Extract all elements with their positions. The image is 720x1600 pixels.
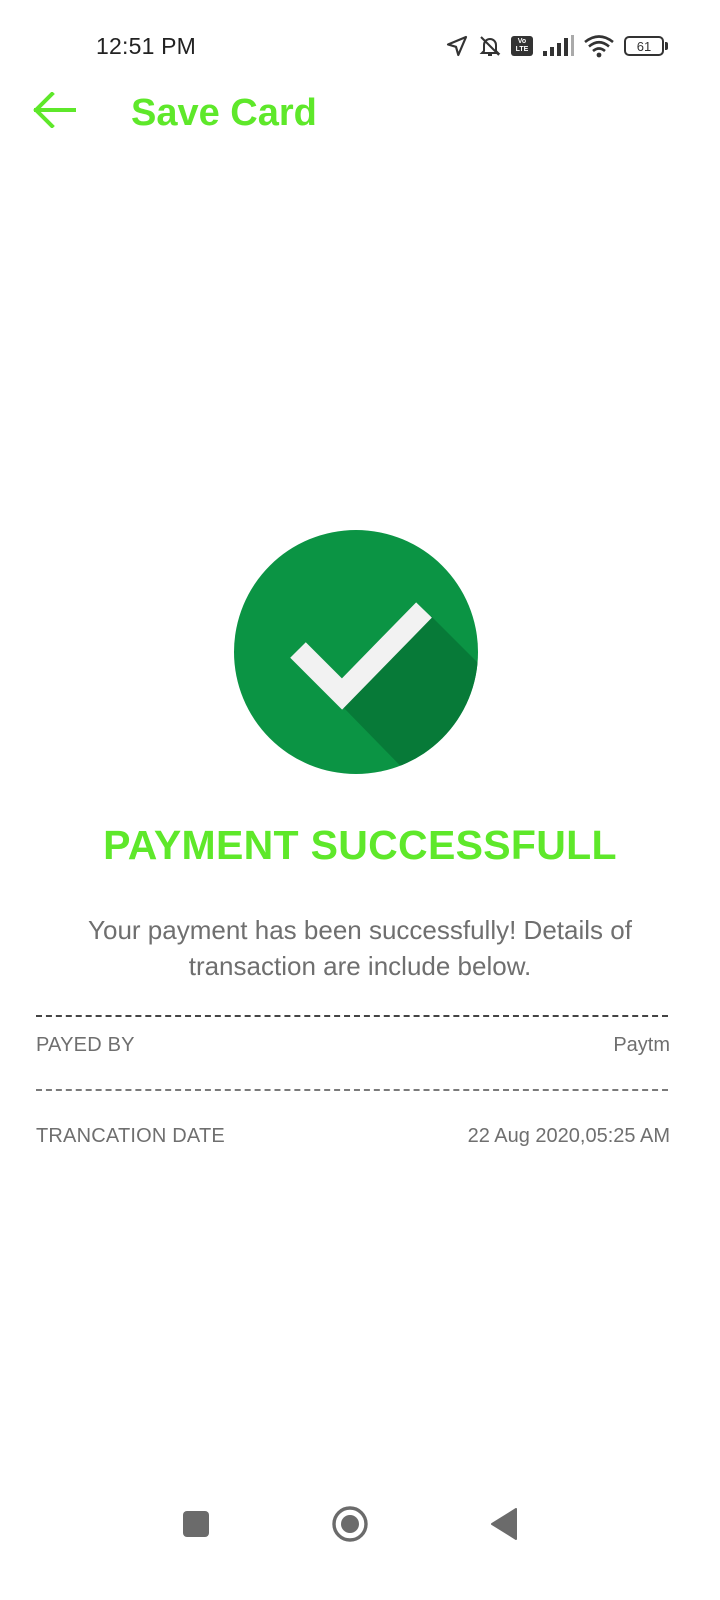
detail-value: 22 Aug 2020,05:25 AM xyxy=(467,1125,670,1147)
signal-icon xyxy=(542,35,574,57)
volte-bottom-text: LTE xyxy=(515,46,529,53)
recents-square-icon xyxy=(182,1510,210,1543)
app-bar: Save Card xyxy=(0,80,720,150)
wifi-icon xyxy=(583,34,615,58)
bell-muted-icon xyxy=(478,34,502,58)
detail-value: Paytm xyxy=(613,1034,670,1056)
back-triangle-icon xyxy=(490,1507,518,1545)
battery-level: 61 xyxy=(624,36,664,56)
detail-row-transaction-date: TRANCATION DATE 22 Aug 2020,05:25 AM xyxy=(36,1125,670,1148)
home-circle-icon xyxy=(331,1505,369,1548)
detail-label: TRANCATION DATE xyxy=(36,1125,225,1147)
system-back-button[interactable] xyxy=(468,1490,540,1562)
payment-message: Your payment has been successfully! Deta… xyxy=(88,915,632,981)
divider-top xyxy=(36,1015,668,1017)
recents-button[interactable] xyxy=(160,1490,232,1562)
back-button[interactable] xyxy=(26,88,82,136)
detail-row-payed-by: PAYED BY Paytm xyxy=(36,1034,670,1057)
navigation-bar xyxy=(0,1490,720,1562)
battery-icon: 61 xyxy=(624,36,668,56)
location-arrow-icon xyxy=(445,34,469,58)
status-bar: 12:51 PM Vo LTE 61 xyxy=(0,0,720,92)
battery-tip xyxy=(665,42,668,50)
check-circle-icon xyxy=(234,530,478,774)
screen: 12:51 PM Vo LTE 61 Save Card PAYMENT SUC… xyxy=(0,0,720,1600)
home-button[interactable] xyxy=(314,1490,386,1562)
arrow-left-icon xyxy=(32,90,76,133)
volte-icon: Vo LTE xyxy=(511,36,533,56)
payment-status-headline: PAYMENT SUCCESSFULL xyxy=(103,822,617,868)
detail-label: PAYED BY xyxy=(36,1034,135,1056)
status-icons: Vo LTE 61 xyxy=(445,32,668,60)
volte-top-text: Vo xyxy=(517,38,527,45)
divider-middle xyxy=(36,1089,668,1091)
status-time: 12:51 PM xyxy=(96,33,197,59)
page-title: Save Card xyxy=(131,92,317,134)
